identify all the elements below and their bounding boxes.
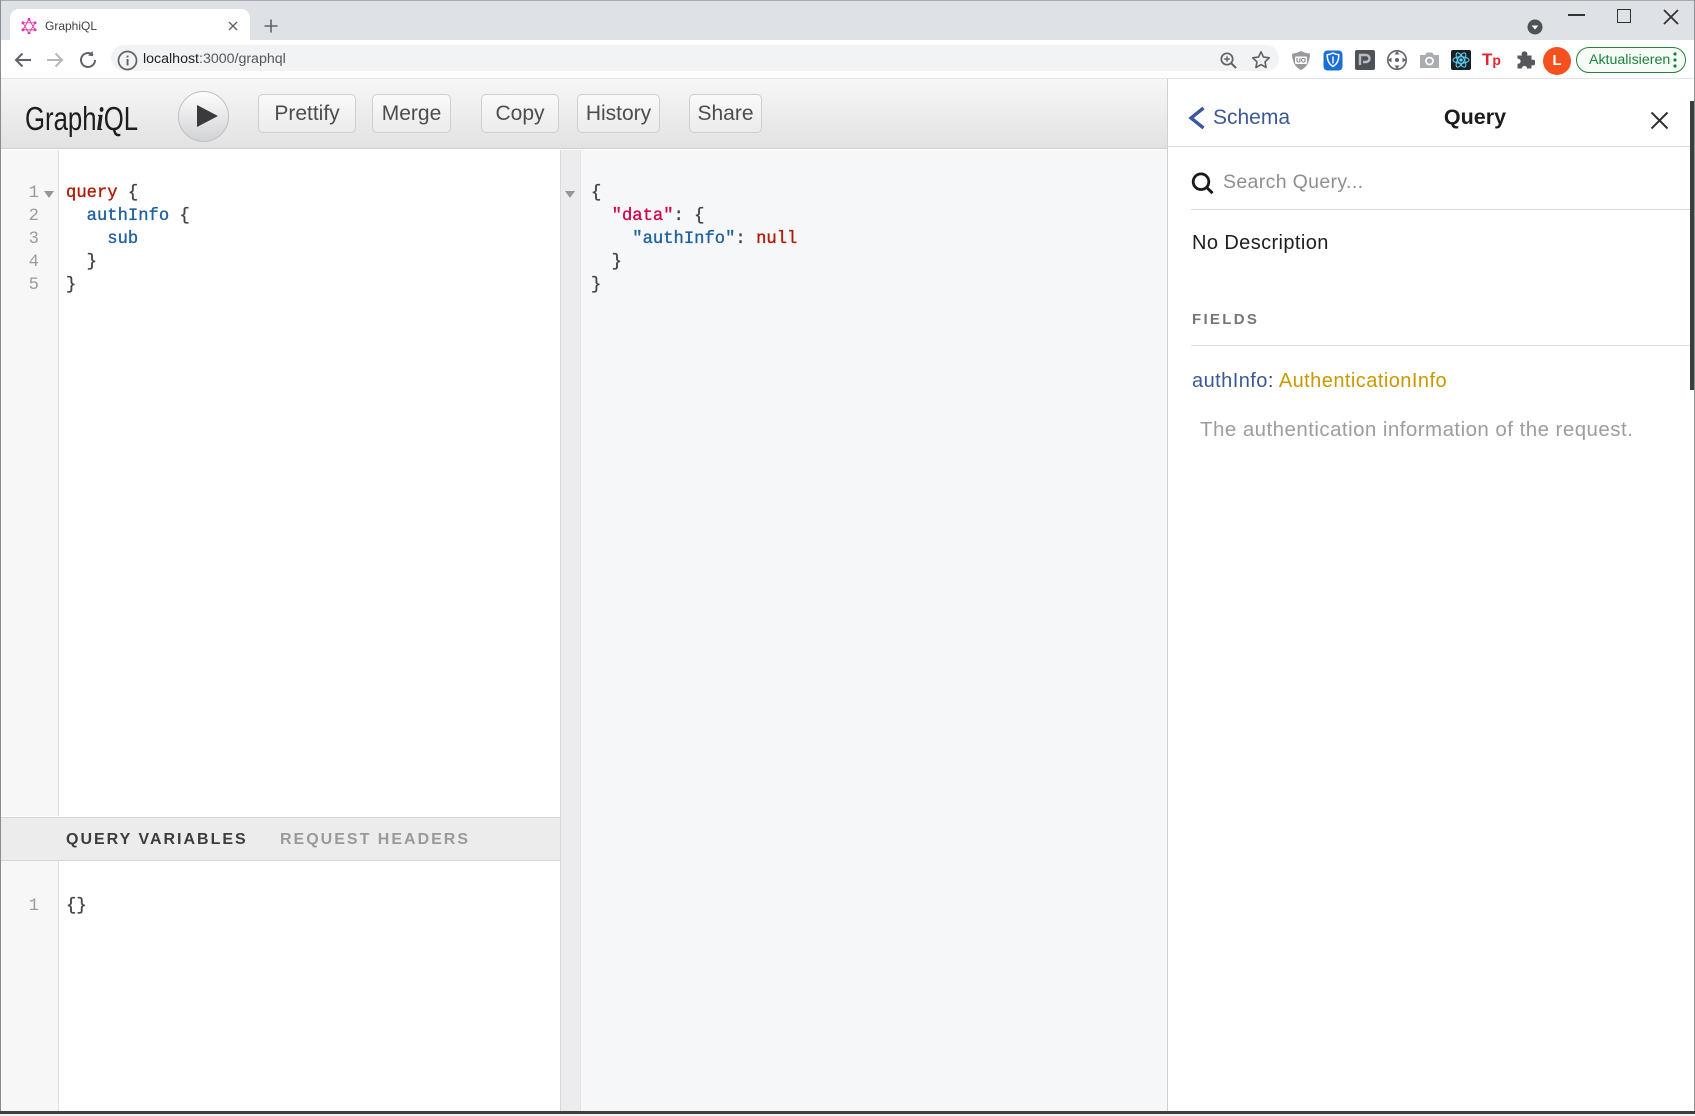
svg-text:UO: UO — [1296, 58, 1306, 65]
